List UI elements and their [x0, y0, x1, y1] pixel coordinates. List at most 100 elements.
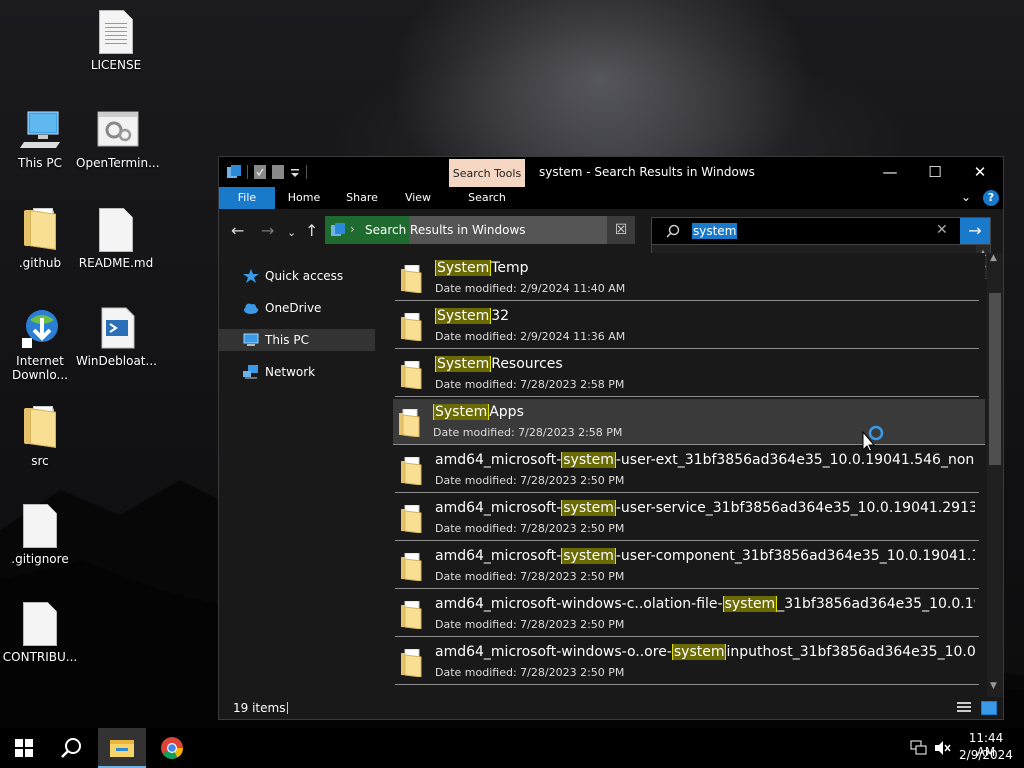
- powershell-script-icon: [101, 307, 135, 349]
- scroll-up-arrow-icon[interactable]: ▲: [990, 253, 997, 263]
- forward-arrow-icon[interactable]: →: [261, 223, 274, 239]
- search-term-highlight: system: [561, 452, 616, 468]
- minimize-button[interactable]: —: [867, 157, 913, 187]
- result-row[interactable]: amd64_microsoft-system -user-service_31bf…: [395, 495, 979, 541]
- tab-view[interactable]: View: [395, 187, 441, 209]
- folder-icon: [401, 600, 423, 630]
- desktop-icon-src-folder[interactable]: src: [0, 406, 80, 468]
- result-name: System Temp: [435, 260, 529, 276]
- folder-icon: [24, 406, 56, 448]
- expand-ribbon-chevron-icon[interactable]: ⌄: [961, 190, 971, 204]
- result-row[interactable]: System Apps Date modified: 7/28/2023 2:58 …: [393, 399, 985, 445]
- desktop-icon-contributing[interactable]: CONTRIBU...: [0, 602, 80, 664]
- desktop-icon-license[interactable]: LICENSE: [76, 10, 156, 72]
- desktop-icon-internet-download-manager[interactable]: Internet Downlo...: [0, 306, 80, 382]
- search-term-highlight: System: [435, 308, 492, 324]
- search-results-list: System Temp Date modified: 2/9/2024 11:40 …: [379, 253, 985, 697]
- search-term-highlight: system: [671, 644, 727, 660]
- taskbar-search-button[interactable]: [48, 728, 96, 768]
- details-view-icon[interactable]: [957, 702, 971, 714]
- results-scrollbar[interactable]: ▲ ▼: [987, 253, 1003, 697]
- volume-muted-icon[interactable]: [934, 740, 952, 756]
- search-tools-context-tab[interactable]: Search Tools: [449, 159, 525, 187]
- close-button[interactable]: ✕: [957, 157, 1003, 187]
- desktop-icon-this-pc[interactable]: This PC: [0, 108, 80, 170]
- item-count: 19 items: [233, 701, 286, 715]
- search-query-text: system: [692, 223, 738, 239]
- result-row[interactable]: amd64_microsoft-system -user-ext_31bf3856…: [395, 447, 979, 493]
- tab-home[interactable]: Home: [279, 187, 329, 209]
- document-icon: [99, 10, 133, 54]
- properties-icon[interactable]: [254, 165, 266, 179]
- customize-toolbar-chevron-icon[interactable]: [290, 165, 300, 179]
- clear-search-icon[interactable]: ✕: [936, 222, 948, 238]
- taskbar-file-explorer[interactable]: [98, 728, 146, 768]
- maximize-button[interactable]: ☐: [912, 157, 958, 187]
- clock-date[interactable]: 2/9/2024: [958, 748, 1014, 762]
- windows-logo-icon: [15, 739, 33, 757]
- back-arrow-icon[interactable]: ←: [231, 223, 244, 239]
- desktop-icon-windebloater[interactable]: WinDebloat...: [76, 306, 157, 368]
- search-input[interactable]: system ✕ →: [651, 217, 991, 245]
- result-name: System 32: [435, 308, 510, 324]
- scroll-down-arrow-icon[interactable]: ▼: [990, 681, 997, 691]
- large-icons-view-icon[interactable]: [981, 701, 997, 715]
- document-icon: [99, 208, 133, 252]
- ribbon-tabs: File Home Share View Search ⌄ ?: [219, 187, 1003, 209]
- star-icon: [243, 269, 259, 283]
- result-name: amd64_microsoft-windows-o..ore-system inp…: [435, 644, 975, 660]
- mouse-cursor-busy-icon: [862, 425, 884, 450]
- desktop-icon-openterminal[interactable]: OpenTermin...: [76, 108, 160, 170]
- stop-search-icon[interactable]: ☒: [607, 216, 635, 244]
- computer-icon: [243, 333, 259, 346]
- result-row[interactable]: amd64_microsoft-system -user-component_31…: [395, 543, 979, 589]
- chrome-icon: [161, 737, 183, 759]
- title-bar: Search Tools system - Search Results in …: [219, 157, 1003, 187]
- result-row[interactable]: System Temp Date modified: 2/9/2024 11:40 …: [395, 255, 979, 301]
- result-row[interactable]: amd64_microsoft-windows-o..ore-system inp…: [395, 639, 979, 685]
- result-date: Date modified: 7/28/2023 2:50 PM: [435, 570, 625, 583]
- document-icon: [23, 602, 57, 646]
- computer-icon: [20, 111, 60, 148]
- desktop-icon-gitignore[interactable]: .gitignore: [0, 504, 80, 566]
- search-term-highlight: system: [561, 500, 616, 516]
- desktop-icon-readme[interactable]: README.md: [76, 208, 156, 270]
- folder-icon: [401, 360, 423, 390]
- sidebar-item-onedrive[interactable]: OneDrive: [219, 297, 375, 319]
- tab-file[interactable]: File: [219, 187, 275, 209]
- search-go-arrow-icon[interactable]: →: [960, 218, 990, 244]
- desktop-icon-github-folder[interactable]: .github: [0, 208, 80, 270]
- tab-search[interactable]: Search: [459, 187, 515, 209]
- breadcrumb-separator-icon: ›: [350, 222, 355, 236]
- folder-icon: [401, 264, 423, 294]
- folder-icon: [401, 312, 423, 342]
- result-date: Date modified: 7/28/2023 2:50 PM: [435, 522, 625, 535]
- folder-icon: [401, 552, 423, 582]
- up-arrow-icon[interactable]: ↑: [305, 223, 318, 239]
- internet-download-manager-icon: [22, 310, 58, 348]
- network-status-icon[interactable]: [910, 740, 928, 756]
- scrollbar-thumb[interactable]: [989, 293, 1001, 465]
- start-button[interactable]: [0, 728, 48, 768]
- sidebar-item-this-pc[interactable]: This PC: [219, 329, 375, 351]
- recent-locations-chevron-icon[interactable]: ⌄: [287, 225, 296, 241]
- result-date: Date modified: 7/28/2023 2:50 PM: [435, 474, 625, 487]
- search-icon: [61, 738, 81, 758]
- result-name: amd64_microsoft-system -user-component_31…: [435, 548, 975, 564]
- search-icon: [666, 224, 680, 238]
- result-date: Date modified: 7/28/2023 2:50 PM: [435, 618, 625, 631]
- help-icon[interactable]: ?: [983, 190, 999, 206]
- taskbar-chrome[interactable]: [148, 728, 196, 768]
- cloud-icon: [244, 303, 258, 314]
- result-row[interactable]: System 32 Date modified: 2/9/2024 11:36 AM: [395, 303, 979, 349]
- search-term-highlight: System: [435, 356, 492, 372]
- settings-window-icon: [97, 111, 139, 147]
- sidebar-item-quick-access[interactable]: Quick access: [219, 265, 375, 287]
- taskbar: 11:44 AM 2/9/2024: [0, 728, 1024, 768]
- result-row[interactable]: System Resources Date modified: 7/28/2023 …: [395, 351, 979, 397]
- result-row[interactable]: amd64_microsoft-windows-c..olation-file-…: [395, 591, 979, 637]
- new-folder-icon[interactable]: [272, 165, 284, 179]
- sidebar-item-network[interactable]: Network: [219, 361, 375, 383]
- tab-share[interactable]: Share: [337, 187, 387, 209]
- address-bar[interactable]: › Search Results in Windows ☒: [325, 216, 635, 244]
